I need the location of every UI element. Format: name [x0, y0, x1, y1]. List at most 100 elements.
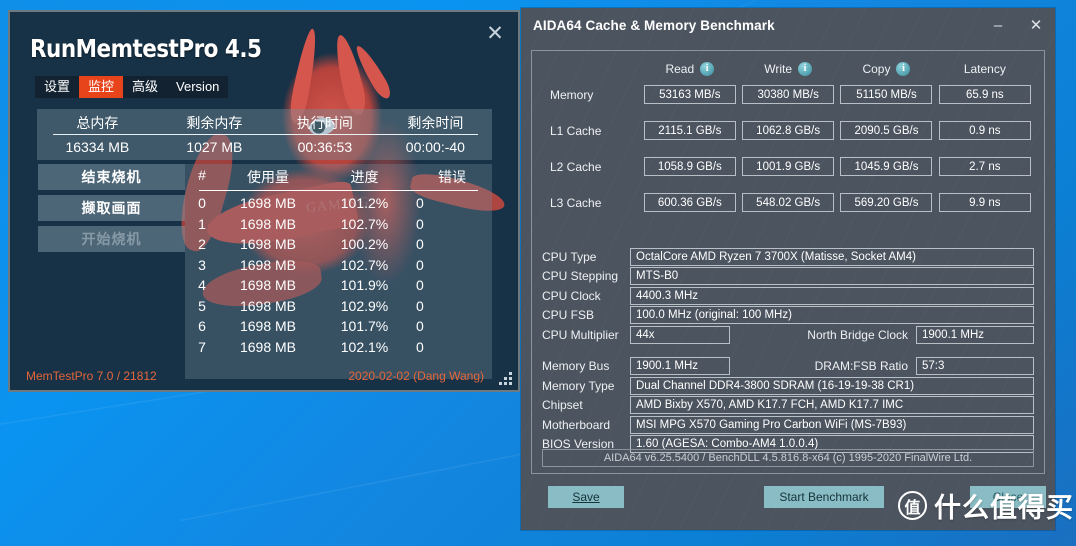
label-dram-fsb-ratio: DRAM:FSB Ratio: [814, 359, 908, 374]
stat-value-free-memory: 1027 MB: [186, 139, 243, 155]
row-label-memory: Memory: [550, 87, 594, 102]
tab-version[interactable]: Version: [167, 76, 228, 98]
window-controls: – ✕: [979, 10, 1055, 40]
cell-index: 0: [198, 195, 206, 211]
aida64-benchmark-window[interactable]: AIDA64 Cache & Memory Benchmark – ✕ Read…: [521, 8, 1055, 530]
memory-read-value: 53163 MB/s: [643, 85, 736, 104]
memory-latency-value: 65.9 ns: [938, 85, 1031, 104]
l3-write-value: 548.02 GB/s: [742, 193, 835, 212]
row-cpu-clock: CPU Clock 4400.3 MHz: [542, 286, 1034, 306]
table-row[interactable]: 3 1698 MB 102.7% 0: [185, 255, 492, 276]
value-dram-fsb-ratio: 57:3: [916, 357, 1034, 376]
stat-header-total-memory: 总内存: [76, 115, 119, 131]
row-cpu-stepping: CPU Stepping MTS-B0: [542, 267, 1034, 287]
save-button[interactable]: Save: [548, 486, 624, 508]
cell-errors: 0: [416, 338, 424, 355]
row-cpu-multiplier: CPU Multiplier 44x North Bridge Clock 19…: [542, 325, 1034, 345]
cell-errors: 0: [416, 195, 424, 211]
column-header-index: #: [198, 167, 206, 183]
table-row[interactable]: 2 1698 MB 100.2% 0: [185, 234, 492, 255]
cell-progress: 101.9%: [340, 277, 389, 293]
cell-usage: 1698 MB: [239, 338, 297, 355]
capture-screen-button[interactable]: 撷取画面: [38, 195, 185, 221]
cell-errors: 0: [416, 236, 424, 252]
cell-usage: 1698 MB: [239, 318, 297, 334]
stop-burn-in-button[interactable]: 结束烧机: [38, 164, 185, 190]
table-row[interactable]: 7 1698 MB 102.1% 0: [185, 337, 492, 358]
close-icon[interactable]: ✕: [1017, 10, 1055, 40]
column-header-progress: 进度: [350, 169, 379, 185]
page-title: RunMemtestPro 4.5: [30, 34, 262, 63]
label-cpu-stepping: CPU Stepping: [542, 269, 619, 284]
cell-index: 7: [198, 338, 206, 355]
value-cpu-stepping: MTS-B0: [630, 267, 1034, 286]
row-label-l2-cache: L2 Cache: [550, 159, 602, 174]
column-header-errors: 错误: [438, 169, 466, 185]
column-header-read: Read i: [641, 62, 739, 76]
cell-progress: 102.7%: [340, 215, 389, 232]
resize-grip[interactable]: [498, 371, 512, 385]
column-header-write-label: Write: [764, 62, 793, 76]
value-memory-type: Dual Channel DDR4-3800 SDRAM (16-19-19-3…: [630, 376, 1034, 395]
info-icon-read[interactable]: i: [700, 62, 715, 76]
label-cpu-multiplier: CPU Multiplier: [542, 327, 619, 342]
cell-errors: 0: [416, 277, 424, 293]
save-button-label: Save: [572, 490, 600, 504]
benchmark-row-l3-cache: L3 Cache 600.36 GB/s 548.02 GB/s 569.20 …: [542, 189, 1034, 216]
close-button[interactable]: Close: [970, 486, 1046, 508]
cell-usage: 1698 MB: [239, 297, 297, 314]
start-benchmark-button-label: Start Benchmark: [779, 490, 869, 504]
cell-errors: 0: [416, 318, 424, 334]
stat-value-total-memory: 16334 MB: [65, 139, 130, 155]
value-cpu-type: OctalCore AMD Ryzen 7 3700X (Matisse, So…: [630, 247, 1034, 266]
value-chipset: AMD Bixby X570, AMD K17.7 FCH, AMD K17.7…: [630, 396, 1034, 415]
table-row[interactable]: 1 1698 MB 102.7% 0: [185, 214, 492, 235]
table-row[interactable]: 0 1698 MB 101.2% 0: [185, 193, 492, 214]
l1-copy-value: 2090.5 GB/s: [840, 121, 933, 140]
cell-progress: 102.9%: [340, 297, 389, 314]
tab-advanced[interactable]: 高级: [123, 76, 167, 98]
cell-progress: 102.7%: [340, 256, 389, 273]
info-icon-write[interactable]: i: [798, 62, 813, 76]
table-row[interactable]: 6 1698 MB 101.7% 0: [185, 316, 492, 337]
tab-settings[interactable]: 设置: [35, 76, 79, 98]
l1-read-value: 2115.1 GB/s: [643, 121, 736, 140]
worker-table: # 使用量 进度 错误 0 1698 MB 101.2% 0 1 1698 MB…: [185, 164, 492, 379]
label-memory-bus: Memory Bus: [542, 359, 610, 374]
memory-write-value: 30380 MB/s: [742, 85, 835, 104]
start-burn-in-button[interactable]: 开始烧机: [38, 226, 185, 252]
column-header-write: Write i: [739, 62, 837, 76]
row-motherboard: Motherboard MSI MPG X570 Gaming Pro Carb…: [542, 415, 1034, 435]
column-header-latency-label: Latency: [963, 62, 1006, 76]
cell-index: 2: [198, 236, 206, 252]
cell-errors: 0: [416, 256, 424, 273]
cell-errors: 0: [416, 215, 424, 232]
row-chipset: Chipset AMD Bixby X570, AMD K17.7 FCH, A…: [542, 396, 1034, 416]
table-row[interactable]: 4 1698 MB 101.9% 0: [185, 275, 492, 296]
close-icon[interactable]: ✕: [482, 22, 508, 48]
footer-button-bar: Save Start Benchmark Close: [521, 480, 1055, 520]
label-chipset: Chipset: [542, 398, 583, 413]
start-benchmark-button[interactable]: Start Benchmark: [764, 486, 884, 508]
cell-progress: 101.2%: [340, 195, 389, 211]
l3-copy-value: 569.20 GB/s: [840, 193, 933, 212]
cell-usage: 1698 MB: [239, 236, 297, 252]
titlebar[interactable]: AIDA64 Cache & Memory Benchmark – ✕: [521, 8, 1055, 42]
column-header-read-label: Read: [665, 62, 695, 76]
cell-usage: 1698 MB: [239, 195, 297, 211]
cell-progress: 102.1%: [340, 338, 389, 355]
cell-index: 3: [198, 256, 206, 273]
runmemtestpro-window[interactable]: GAMING RunMemtestPro 4.5 ✕ 设置 监控 高级 Vers…: [8, 10, 520, 392]
row-memory-bus: Memory Bus 1900.1 MHz DRAM:FSB Ratio 57:…: [542, 357, 1034, 377]
info-icon-copy[interactable]: i: [896, 62, 911, 76]
value-memory-bus: 1900.1 MHz: [630, 357, 730, 376]
stat-value-remaining-time: 00:00:-40: [405, 139, 465, 155]
l3-read-value: 600.36 GB/s: [643, 193, 736, 212]
minimize-icon[interactable]: –: [979, 10, 1017, 40]
cell-index: 1: [198, 215, 206, 232]
l2-read-value: 1058.9 GB/s: [643, 157, 736, 176]
row-label-l1-cache: L1 Cache: [550, 123, 602, 138]
row-memory-type: Memory Type Dual Channel DDR4-3800 SDRAM…: [542, 376, 1034, 396]
tab-monitor[interactable]: 监控: [79, 76, 124, 98]
table-row[interactable]: 5 1698 MB 102.9% 0: [185, 296, 492, 317]
